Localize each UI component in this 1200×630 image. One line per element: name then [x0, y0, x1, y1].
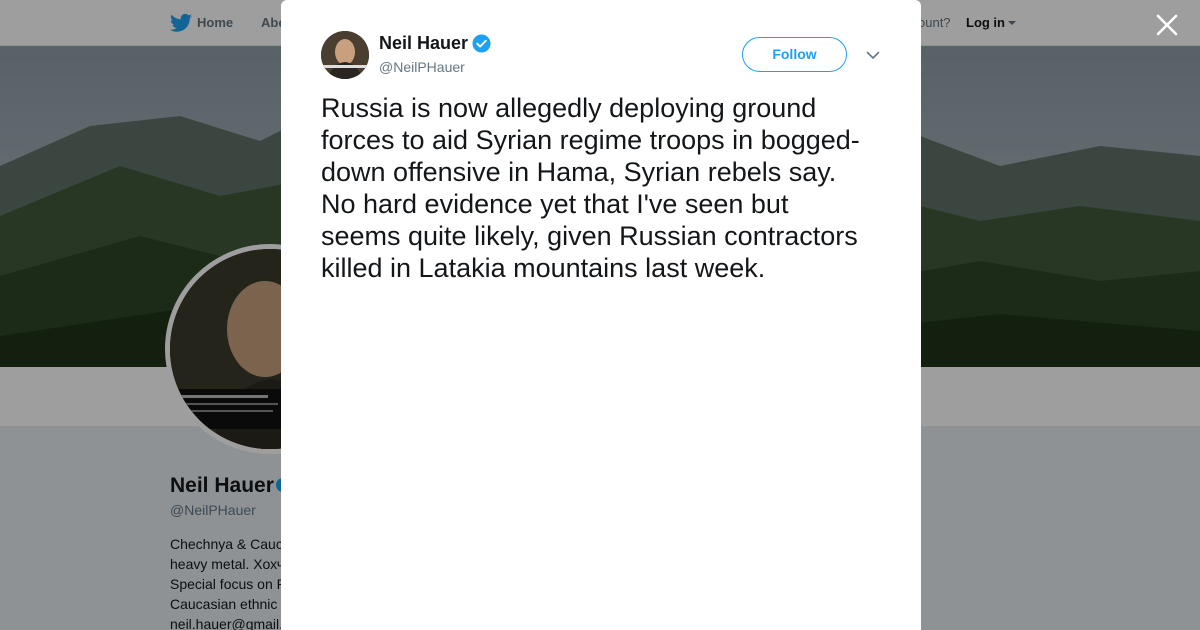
tweet-text-line: Russia is now allegedly deploying ground — [321, 93, 817, 123]
tweet-text-line: seems quite likely, given Russian contra… — [321, 221, 858, 251]
tweet-text-line: forces to aid Syrian regime troops in bo… — [321, 125, 860, 155]
tweet-text-line: killed in Latakia mountains last week. — [321, 253, 766, 283]
tweet-text: Russia is now allegedly deploying ground… — [321, 92, 881, 284]
tweet-author-handle[interactable]: @NeilPHauer — [379, 59, 465, 75]
chevron-down-icon[interactable] — [865, 47, 881, 63]
tweet-author-avatar[interactable] — [321, 31, 369, 79]
tweet-text-line: down offensive in Hama, Syrian rebels sa… — [321, 157, 837, 187]
follow-button[interactable]: Follow — [742, 37, 847, 72]
verified-badge-icon — [472, 34, 491, 53]
tweet-modal: Neil Hauer @NeilPHauer Follow Russia is … — [281, 0, 921, 630]
close-icon[interactable] — [1154, 12, 1180, 38]
tweet-text-line: No hard evidence yet that I've seen but — [321, 189, 789, 219]
tweet-author-name[interactable]: Neil Hauer — [379, 33, 468, 54]
